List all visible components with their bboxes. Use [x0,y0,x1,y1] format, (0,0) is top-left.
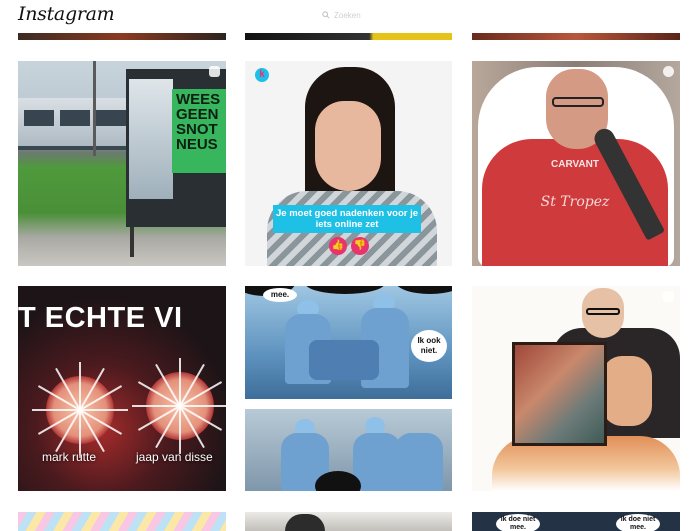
glasses [586,308,620,315]
video-icon [663,66,674,77]
virus-spike [179,358,181,406]
virus-spike [179,406,181,454]
thumbs-down-icon: 👎 [351,237,369,255]
search-icon [322,11,330,19]
virus-face-right [132,358,226,454]
post-tile-4[interactable]: T ECHTE VI mark rutte jaap van disse [18,286,226,491]
post-tile-7[interactable] [18,512,226,531]
post-tile-6[interactable] [472,286,680,491]
virus-spike [132,405,180,407]
carousel-icon [663,291,674,302]
instagram-logo[interactable]: Instagram [18,3,115,25]
post-tile-1[interactable]: WEES GEEN SNOT NEUS [18,61,226,266]
girl-face-image [315,101,381,191]
virus-title: T ECHTE VI [18,302,183,334]
glasses [552,97,604,107]
virus-spike [79,362,81,410]
speech-bubble-right: Ik ook niet. [411,330,447,362]
virus-label-right: jaap van disse [136,450,213,464]
virus-label-left: mark rutte [42,450,97,464]
previous-row-post-1[interactable] [18,33,226,40]
klokhuis-k-icon: k [255,68,269,82]
post-tile-8[interactable] [245,512,452,531]
virus-spike [180,405,226,407]
post-tile-3[interactable]: CARVANT St Tropez [472,61,680,266]
virus-face-left [32,362,128,458]
post-tile-2[interactable]: k Je moet goed nadenken voor je iets onl… [245,61,452,266]
record-sleeve-image [512,342,607,446]
virus-spike [32,409,80,411]
shirt-brand: CARVANT [551,159,599,170]
search-box[interactable] [322,8,394,22]
top-navigation-bar: Instagram [0,0,700,32]
post-tile-5[interactable]: mee. Ik ook niet. [245,286,452,399]
thumbs-up-icon: 👍 [329,237,347,255]
speech-bubble-2: Ik doe niet mee. [616,514,660,531]
billboard-poster: WEES GEEN SNOT NEUS [126,69,226,227]
carousel-icon [209,66,220,77]
speech-bubble-left: mee. [263,288,297,302]
speech-bubble-1: Ik doe niet mee. [496,514,540,531]
post-tile-9[interactable]: Ik doe niet mee. Ik doe niet mee. [472,512,680,531]
previous-row-post-3[interactable] [472,33,680,40]
virus-spike [80,409,128,411]
post-tile-5-second-image[interactable] [245,409,452,491]
poster-slogan: WEES GEEN SNOT NEUS [172,89,226,173]
previous-row-post-2[interactable] [245,33,452,40]
search-input[interactable] [334,10,394,20]
post-caption: Je moet goed nadenken voor je iets onlin… [273,205,421,233]
